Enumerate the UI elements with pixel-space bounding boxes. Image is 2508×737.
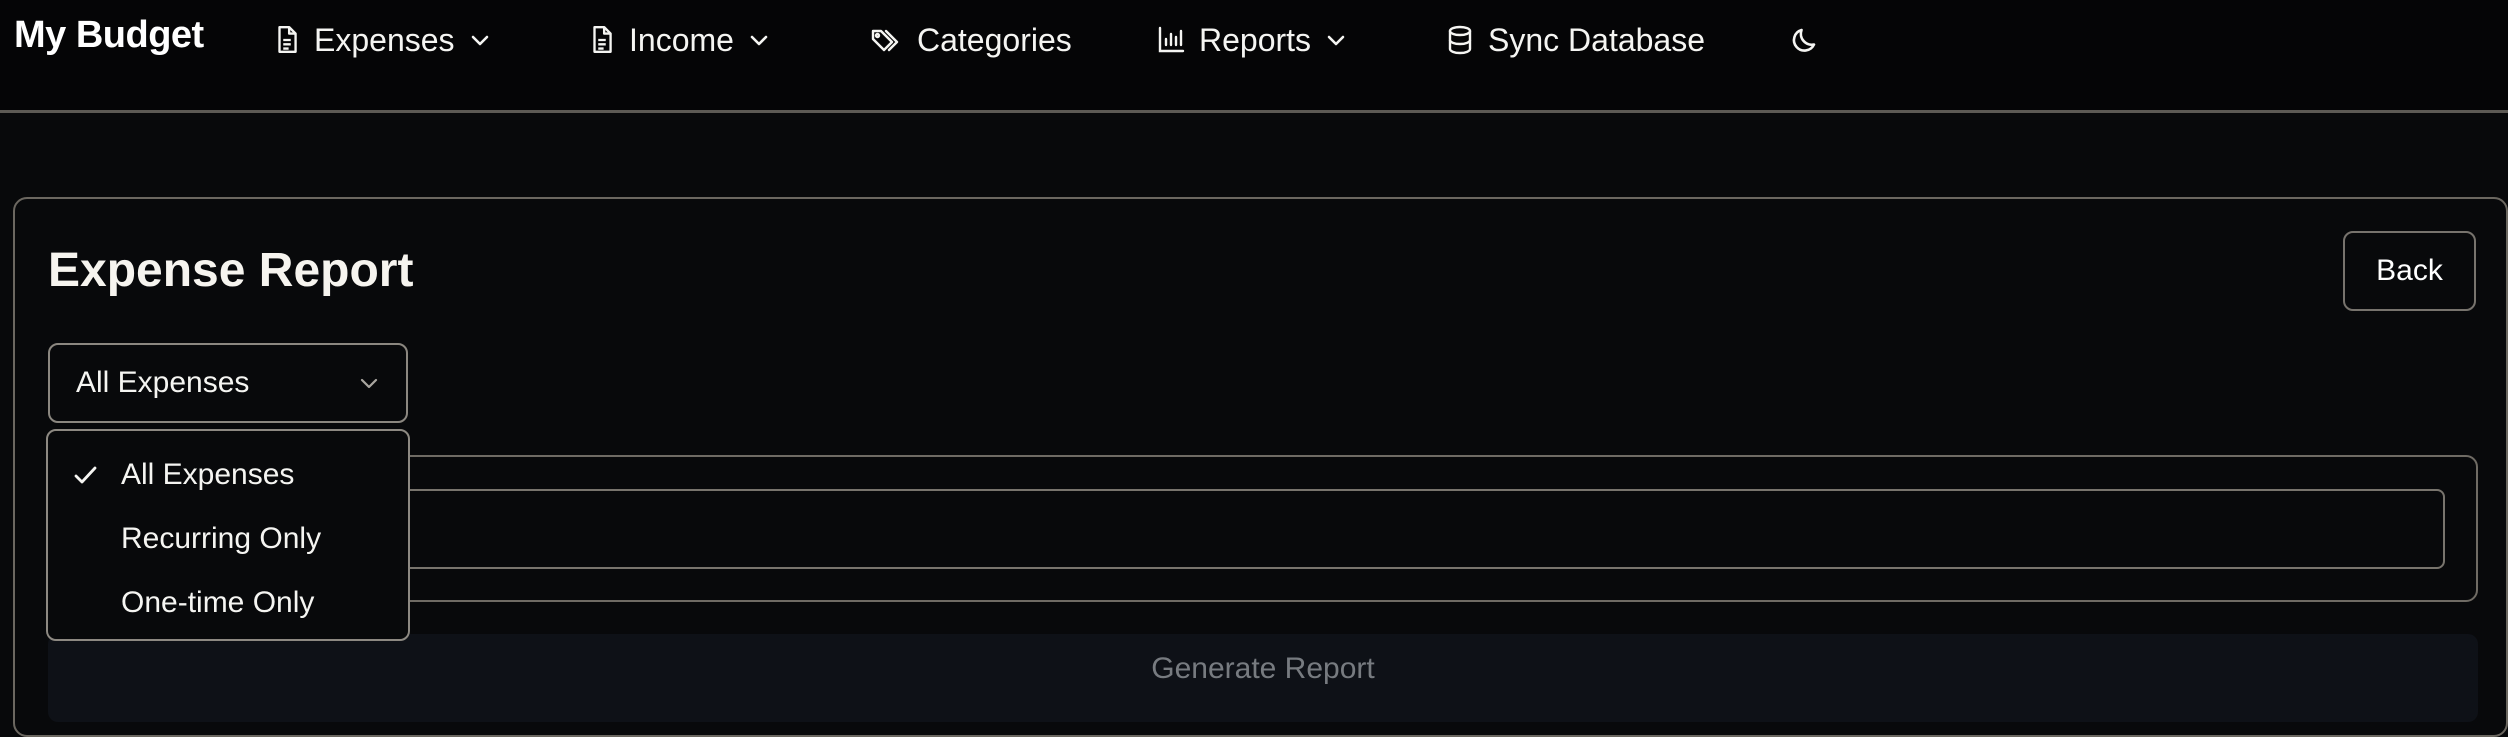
top-navigation: My Budget Expenses Income Categories Rep… [0,0,2508,113]
nav-expenses[interactable]: Expenses [274,16,491,64]
nav-categories-label: Categories [917,21,1072,58]
chevron-down-icon [1325,32,1347,48]
nav-sync-database[interactable]: Sync Database [1446,16,1705,64]
chevron-down-icon [748,32,770,48]
dropdown-option-label: All Expenses [121,458,295,491]
nav-income-label: Income [629,21,734,58]
nav-reports[interactable]: Reports [1157,16,1347,64]
nav-sync-database-label: Sync Database [1488,21,1706,58]
theme-toggle-button[interactable] [1790,16,1820,64]
selected-filter-label: All Expenses [76,366,250,399]
database-icon [1446,25,1474,55]
document-icon [274,25,300,55]
dropdown-option-label: One-time Only [121,586,315,619]
nav-expenses-label: Expenses [314,21,455,58]
chevron-down-icon [469,32,491,48]
back-button[interactable]: Back [2343,231,2476,311]
check-icon [70,460,100,498]
moon-icon [1790,25,1820,55]
dropdown-option-one-time-only[interactable]: One-time Only [48,574,408,634]
page-title: Expense Report [48,244,414,297]
dropdown-option-label: Recurring Only [121,522,322,555]
report-input-panel [48,455,2478,602]
nav-reports-label: Reports [1199,21,1312,58]
generate-report-button[interactable]: Generate Report [48,634,2478,722]
nav-categories[interactable]: Categories [869,16,1072,64]
document-icon [589,25,615,55]
report-input[interactable] [83,489,2445,569]
app-title[interactable]: My Budget [14,14,204,57]
nav-income[interactable]: Income [589,16,770,64]
chevron-down-icon [358,376,380,390]
tags-icon [869,25,903,55]
bar-chart-icon [1157,25,1185,55]
expense-type-select[interactable]: All Expenses [48,343,408,423]
expense-filter-dropdown: All Expenses Recurring Only One-time Onl… [46,429,410,641]
dropdown-option-recurring-only[interactable]: Recurring Only [48,510,408,570]
dropdown-option-all-expenses[interactable]: All Expenses [48,446,408,506]
